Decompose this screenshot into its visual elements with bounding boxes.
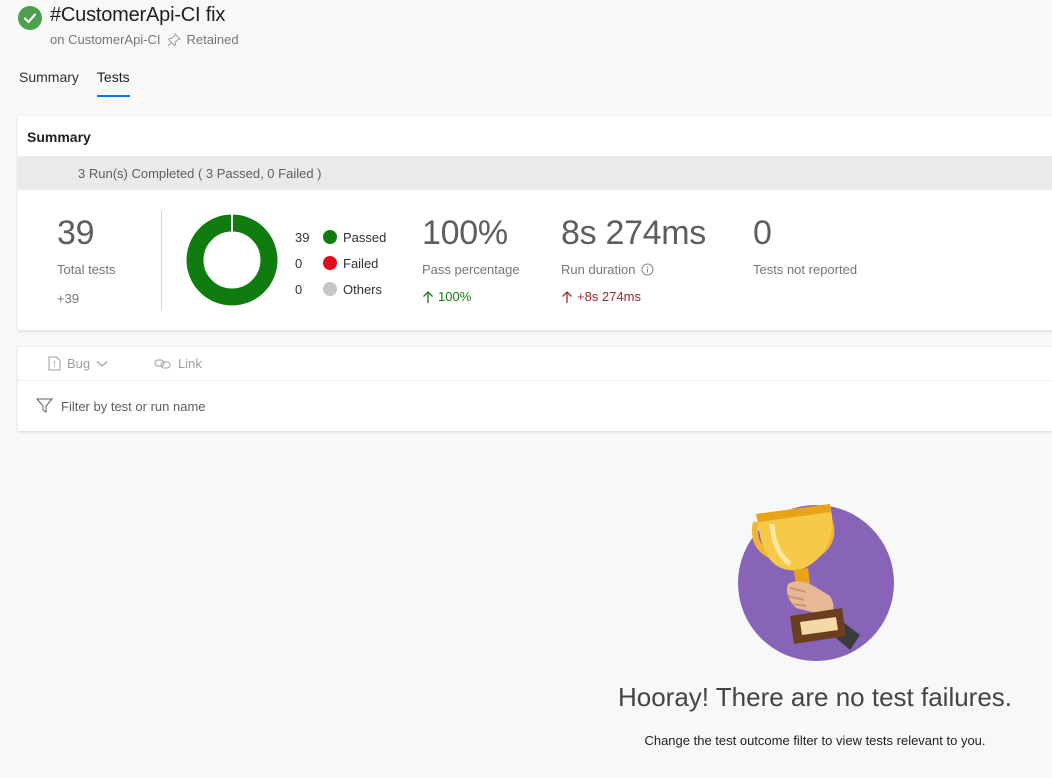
tab-bar: Summary Tests: [19, 69, 130, 97]
metric-divider: [161, 211, 162, 311]
info-icon[interactable]: [641, 263, 654, 276]
build-subtitle: on CustomerApi-CI Retained: [50, 32, 239, 47]
run-duration-label: Run duration: [561, 262, 636, 277]
summary-card: Summary 3 Run(s) Completed ( 3 Passed, 0…: [18, 116, 1052, 330]
tab-summary[interactable]: Summary: [19, 69, 79, 97]
others-label: Others: [343, 281, 383, 297]
pass-percentage-label: Pass percentage: [422, 262, 520, 277]
failed-count: 0: [295, 255, 303, 271]
failed-dot-icon: [323, 256, 337, 270]
link-label: Link: [178, 356, 202, 371]
pass-percentage-delta: 100%: [422, 289, 471, 304]
arrow-up-red-icon: [562, 290, 572, 303]
run-duration-value: 8s 274ms: [561, 214, 707, 252]
pass-percentage-delta-text: 100%: [438, 289, 472, 304]
bug-button[interactable]: Bug: [48, 356, 108, 371]
run-duration-delta: +8s 274ms: [561, 289, 641, 304]
filter-icon: [36, 398, 53, 413]
runs-summary-text: 3 Run(s) Completed ( 3 Passed, 0 Failed …: [78, 166, 322, 181]
pass-percentage-value: 100%: [422, 214, 508, 252]
outcome-legend: 39 Passed 0 Failed 0 Others: [295, 224, 386, 302]
passed-count: 39: [295, 229, 310, 245]
bug-label: Bug: [67, 356, 91, 371]
legend-passed[interactable]: 39 Passed: [295, 224, 386, 250]
not-reported-label: Tests not reported: [753, 262, 858, 277]
link-button[interactable]: Link: [154, 356, 202, 371]
filter-row: [36, 398, 361, 414]
success-check-icon: [18, 6, 42, 30]
trophy-illustration: [738, 500, 898, 662]
runs-summary-bar[interactable]: 3 Run(s) Completed ( 3 Passed, 0 Failed …: [18, 156, 1052, 190]
page-title: #CustomerApi-CI fix: [50, 4, 226, 26]
empty-state-subtext: Change the test outcome filter to view t…: [644, 733, 986, 748]
tab-tests[interactable]: Tests: [96, 69, 130, 97]
run-duration-label-row: Run duration: [561, 262, 654, 277]
toolbar: Bug Link: [18, 347, 1052, 381]
passed-dot-icon: [323, 230, 337, 244]
total-tests-label: Total tests: [57, 262, 116, 277]
tests-toolbar-card: Bug Link: [18, 347, 1052, 431]
run-duration-delta-text: +8s 274ms: [577, 289, 641, 304]
bug-icon: [48, 356, 61, 371]
total-tests-value: 39: [57, 214, 95, 252]
others-dot-icon: [323, 282, 337, 296]
pin-icon: [167, 32, 181, 47]
failed-label: Failed: [343, 255, 379, 271]
total-tests-delta: +39: [57, 291, 80, 306]
passed-label: Passed: [343, 229, 387, 245]
empty-state-heading: Hooray! There are no test failures.: [617, 682, 1013, 712]
arrow-up-icon: [423, 290, 433, 303]
link-icon: [154, 359, 171, 368]
donut-passed-segment: [186, 214, 278, 306]
retained-label: Retained: [186, 32, 239, 47]
summary-card-title: Summary: [27, 129, 91, 145]
filter-input[interactable]: [61, 398, 361, 414]
legend-failed[interactable]: 0 Failed: [295, 250, 386, 276]
not-reported-value: 0: [753, 214, 772, 252]
pipeline-link[interactable]: on CustomerApi-CI: [50, 32, 161, 47]
outcome-donut-chart[interactable]: [186, 214, 278, 306]
legend-others[interactable]: 0 Others: [295, 276, 386, 302]
chevron-down-icon: [96, 360, 108, 367]
others-count: 0: [295, 281, 303, 297]
